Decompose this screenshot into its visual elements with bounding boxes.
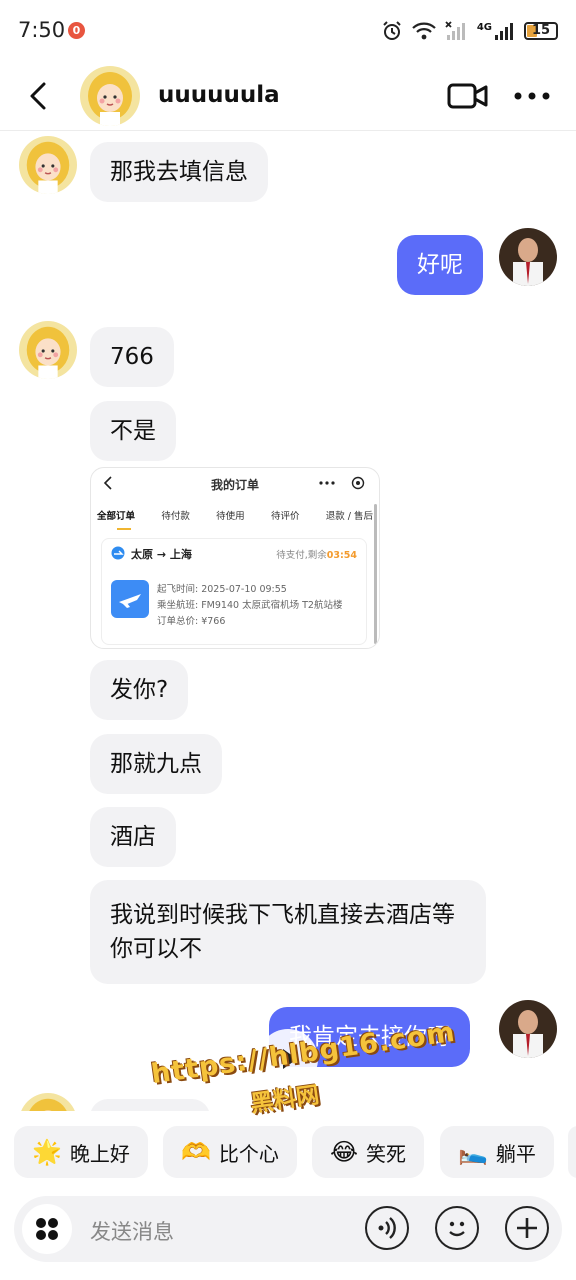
network-type-label: 4G: [476, 21, 492, 33]
message-bubble-received[interactable]: 那我去填信息: [90, 142, 268, 202]
quick-reply-label: 晚上好: [69, 1141, 130, 1166]
order-tab: 退款 / 售后: [325, 511, 373, 522]
flight-route: 太原 → 上海: [131, 548, 192, 561]
quick-reply-label: 笑死: [366, 1141, 407, 1166]
sender-avatar[interactable]: [19, 136, 77, 194]
system-icons: 4G 15: [381, 20, 558, 42]
target-icon: [351, 476, 365, 490]
quick-reply-chip[interactable]: 😂 笑死: [312, 1126, 425, 1178]
laughing-emoji-icon: 😂: [330, 1138, 359, 1166]
order-card-title: 我的订单: [210, 478, 259, 492]
message-bubble-received[interactable]: 发你?: [90, 660, 189, 720]
clock: 7:50: [18, 18, 66, 42]
active-tab-indicator: [117, 528, 131, 530]
message-bubble-received[interactable]: 我说到时候我下飞机直接去酒店等你可以不: [90, 880, 486, 984]
notification-badge: 0: [68, 22, 85, 39]
my-avatar[interactable]: [499, 1000, 557, 1058]
my-avatar[interactable]: [499, 228, 557, 286]
message-bubble-received[interactable]: 酒店: [90, 807, 176, 867]
order-tabs: 全部订单 待付款 待使用 待评价 退款 / 售后: [97, 508, 373, 522]
order-screenshot-image[interactable]: 我的订单 全部订单 待付款 待使用 待评价 退款 / 售后 太原 → 上海 待支…: [90, 467, 380, 649]
message-bubble-sent[interactable]: 好呢: [397, 235, 483, 295]
star-emoji-icon: 🌟: [32, 1138, 62, 1166]
message-bubble-received[interactable]: 766: [90, 327, 174, 387]
apps-grid-icon: [36, 1218, 58, 1240]
message-input-bar: 发送消息: [14, 1196, 562, 1262]
flight-info: 乘坐航班: FM9140 太原武宿机场 T2航站楼: [157, 600, 343, 611]
order-card-header: 我的订单: [91, 468, 379, 500]
quick-reply-chip-partial[interactable]: [568, 1126, 576, 1178]
order-status: 待支付,剩余03:54: [276, 547, 357, 561]
scrollbar: [374, 504, 377, 644]
battery-icon: 15: [524, 22, 558, 40]
add-attachment-button[interactable]: [505, 1206, 549, 1250]
message-list[interactable]: 那我去填信息 好呢 766 不是 我的订单 全部订单 待付款 待使用 待评价 退…: [0, 131, 576, 1111]
flight-icon: [111, 580, 149, 618]
heart-hands-emoji-icon: 🫶: [181, 1138, 211, 1166]
order-status-label: 待支付,剩余: [276, 550, 327, 561]
plus-icon: [517, 1218, 537, 1238]
message-bubble-partial[interactable]: [90, 1099, 210, 1111]
back-arrow-icon[interactable]: [26, 80, 54, 112]
emoji-button[interactable]: [435, 1206, 479, 1250]
quick-reply-label: 比个心: [218, 1141, 279, 1166]
contact-avatar[interactable]: [80, 66, 140, 126]
payment-countdown: 03:54: [326, 550, 357, 561]
quick-reply-chip[interactable]: 🛌 躺平: [440, 1126, 554, 1178]
airline-logo-icon: [111, 546, 125, 560]
chat-header: uuuuuula: [0, 62, 576, 131]
order-tab: 待使用: [216, 511, 245, 522]
more-options-icon: [319, 481, 335, 485]
order-details: 起飞时间: 2025-07-10 09:55 乘坐航班: FM9140 太原武宿…: [157, 582, 342, 630]
apps-button[interactable]: [22, 1204, 72, 1254]
message-input[interactable]: 发送消息: [90, 1216, 174, 1246]
quick-reply-chip[interactable]: 🌟 晚上好: [14, 1126, 148, 1178]
message-bubble-received[interactable]: 不是: [90, 401, 176, 461]
sender-avatar[interactable]: [19, 321, 77, 379]
quick-reply-chip[interactable]: 🫶 比个心: [163, 1126, 297, 1178]
signal-strong-icon: [495, 23, 513, 40]
quick-reply-label: 躺平: [495, 1141, 536, 1166]
sender-avatar[interactable]: [19, 1093, 77, 1111]
message-bubble-received[interactable]: 那就九点: [90, 734, 222, 794]
departure-time: 起飞时间: 2025-07-10 09:55: [157, 584, 287, 595]
signal-weak-icon: [445, 21, 465, 40]
smiley-icon: [449, 1221, 465, 1237]
alarm-icon: [383, 21, 401, 40]
play-button[interactable]: [258, 1029, 318, 1089]
video-call-icon[interactable]: [446, 80, 490, 112]
wifi-icon: [412, 22, 436, 40]
play-icon: [283, 1049, 297, 1069]
contact-name: uuuuuula: [158, 82, 280, 108]
order-total: 订单总价: ¥766: [157, 616, 226, 627]
order-tab: 全部订单: [97, 511, 136, 522]
battery-level: 15: [531, 23, 551, 38]
status-bar: 7:50 0 4G 15: [0, 0, 576, 62]
lying-down-emoji-icon: 🛌: [458, 1138, 488, 1166]
order-tab: 待评价: [270, 511, 300, 522]
order-tab: 待付款: [161, 511, 190, 522]
voice-wave-icon: [378, 1217, 396, 1239]
quick-reply-bar[interactable]: 🌟 晚上好 🫶 比个心 😂 笑死 🛌 躺平: [0, 1114, 576, 1192]
voice-button[interactable]: [365, 1206, 409, 1250]
more-options-icon[interactable]: [512, 86, 552, 106]
